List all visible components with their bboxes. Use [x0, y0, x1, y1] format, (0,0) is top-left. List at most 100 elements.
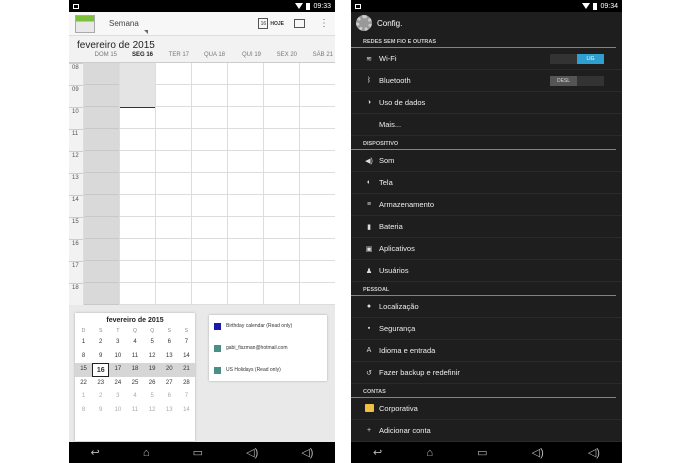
settings-item[interactable]: ● Localização [351, 296, 622, 318]
new-event-icon[interactable] [294, 19, 305, 28]
mini-calendar-day[interactable]: 3 [109, 390, 126, 404]
day-column-thu[interactable] [227, 63, 263, 305]
mini-calendar-day[interactable]: 14 [178, 350, 195, 364]
mini-calendar-day[interactable]: 1 [75, 390, 92, 404]
day-header[interactable]: SEX 20 [263, 52, 299, 62]
day-column-sun[interactable] [83, 63, 119, 305]
settings-item[interactable]: ◑ Uso de dados [351, 92, 622, 114]
mini-calendar-day[interactable]: 3 [109, 336, 126, 350]
mini-calendar-day[interactable]: 5 [144, 336, 161, 350]
mini-calendar-day[interactable]: 6 [161, 336, 178, 350]
mini-calendar-day[interactable]: 25 [126, 377, 143, 391]
settings-item[interactable]: ◀) Som [351, 150, 622, 172]
day-column-fri[interactable] [263, 63, 299, 305]
home-icon[interactable]: ⌂ [426, 447, 433, 459]
mini-calendar-day[interactable]: 6 [161, 390, 178, 404]
overflow-menu-icon[interactable]: ⋮ [319, 18, 329, 29]
settings-item[interactable]: + Adicionar conta [351, 420, 622, 442]
day-header[interactable]: QUA 18 [191, 52, 227, 62]
mini-calendar-day[interactable]: 19 [143, 363, 161, 377]
mini-calendar-day[interactable]: 23 [92, 377, 109, 391]
mini-calendar-day[interactable]: 2 [92, 336, 109, 350]
mini-calendar-day[interactable]: 17 [109, 363, 127, 377]
mini-calendar-day[interactable]: 13 [161, 404, 178, 418]
volume-up-icon[interactable]: ◁) [301, 446, 313, 459]
mini-calendar-day[interactable]: 20 [160, 363, 178, 377]
mini-calendar-day[interactable]: 21 [177, 363, 195, 377]
view-selector[interactable]: Semana [109, 19, 250, 28]
settings-item[interactable]: ▣ Aplicativos [351, 238, 622, 260]
mini-calendar-day[interactable]: 13 [161, 350, 178, 364]
day-header[interactable]: SÁB 21 [299, 52, 335, 62]
mini-calendar-day[interactable]: 26 [144, 377, 161, 391]
calendar-list-item[interactable]: Birthday calendar (Read only) [209, 315, 327, 337]
mini-calendar-day[interactable]: 28 [178, 377, 195, 391]
home-icon[interactable]: ⌂ [143, 447, 150, 459]
day-column-mon[interactable] [119, 63, 155, 305]
day-column-tue[interactable] [155, 63, 191, 305]
mini-calendar-day[interactable]: 5 [144, 390, 161, 404]
mini-calendar-day[interactable]: 9 [92, 404, 109, 418]
mini-calendar-day[interactable]: 18 [126, 363, 144, 377]
wifi-signal-icon [295, 3, 304, 9]
day-header[interactable]: DOM 15 [83, 52, 119, 62]
mini-calendar-day[interactable]: 11 [126, 350, 143, 364]
day-header-selected[interactable]: SEG 16 [119, 52, 155, 62]
mini-calendar-day[interactable]: 12 [144, 350, 161, 364]
navigation-bar: ↩ ⌂ ▭ ◁) ◁) [351, 442, 622, 463]
settings-item[interactable]: ≋ Wi-Fi LIG [351, 48, 622, 70]
mini-calendar-day[interactable]: 2 [92, 390, 109, 404]
today-button[interactable]: 16 HOJE [258, 18, 284, 29]
settings-item-label: Localização [379, 302, 419, 311]
toggle-state: DESL [550, 76, 577, 86]
day-column-sat[interactable] [299, 63, 335, 305]
mini-calendar-day[interactable]: 11 [126, 404, 143, 418]
mini-calendar-day[interactable]: 8 [75, 350, 92, 364]
back-icon[interactable]: ↩ [91, 446, 100, 459]
day-header[interactable]: TER 17 [155, 52, 191, 62]
mini-calendar-day[interactable]: 16 [92, 363, 110, 377]
view-selector-label: Semana [109, 19, 139, 28]
mini-calendar-day[interactable]: 12 [144, 404, 161, 418]
settings-item[interactable]: ◐ Tela [351, 172, 622, 194]
recents-icon[interactable]: ▭ [477, 446, 487, 459]
mini-calendar-day[interactable]: 1 [75, 336, 92, 350]
settings-item[interactable]: Mais... [351, 114, 622, 136]
mini-calendar-day[interactable]: 24 [109, 377, 126, 391]
mini-calendar-day[interactable]: 9 [92, 350, 109, 364]
recents-icon[interactable]: ▭ [193, 446, 203, 459]
day-column-wed[interactable] [191, 63, 227, 305]
settings-item-label: Usuários [379, 266, 409, 275]
mini-calendar-day[interactable]: 27 [161, 377, 178, 391]
settings-item[interactable]: ≡ Armazenamento [351, 194, 622, 216]
settings-item[interactable]: ᛒ Bluetooth DESL [351, 70, 622, 92]
calendar-list-item[interactable]: gabi_fiszman@hotmail.com [209, 337, 327, 359]
day-header[interactable]: QUI 19 [227, 52, 263, 62]
volume-up-icon[interactable]: ◁) [588, 446, 600, 459]
back-icon[interactable]: ↩ [373, 446, 382, 459]
settings-list: REDES SEM FIO E OUTRAS ≋ Wi-Fi LIG ᛒ Bluetoot… [351, 34, 622, 442]
month-title: fevereiro de 2015 [77, 40, 155, 51]
settings-item[interactable]: ↺ Fazer backup e redefinir [351, 362, 622, 384]
settings-item[interactable]: ♟ Usuários [351, 260, 622, 282]
settings-item[interactable]: A Idioma e entrada [351, 340, 622, 362]
mini-calendar-day[interactable]: 4 [126, 390, 143, 404]
mini-calendar-day[interactable]: 8 [75, 404, 92, 418]
mini-calendar-day[interactable]: 4 [126, 336, 143, 350]
mini-calendar-day[interactable]: 7 [178, 336, 195, 350]
hour-label: 11 [69, 129, 83, 151]
settings-item[interactable]: Corporativa [351, 398, 622, 420]
toggle-switch[interactable]: LIG [550, 54, 604, 64]
settings-item[interactable]: ▮ Bateria [351, 216, 622, 238]
mini-calendar-day[interactable]: 7 [178, 390, 195, 404]
mini-calendar-day[interactable]: 10 [109, 404, 126, 418]
volume-down-icon[interactable]: ◁) [532, 446, 544, 459]
mini-calendar-day[interactable]: 22 [75, 377, 92, 391]
settings-item[interactable]: ▪ Segurança [351, 318, 622, 340]
mini-calendar-day[interactable]: 10 [109, 350, 126, 364]
toggle-switch[interactable]: DESL [550, 76, 604, 86]
volume-down-icon[interactable]: ◁) [246, 446, 258, 459]
calendar-list-item[interactable]: US Holidays (Read only) [209, 359, 327, 381]
mini-calendar-day[interactable]: 14 [178, 404, 195, 418]
mini-calendar-day[interactable]: 15 [75, 363, 93, 377]
